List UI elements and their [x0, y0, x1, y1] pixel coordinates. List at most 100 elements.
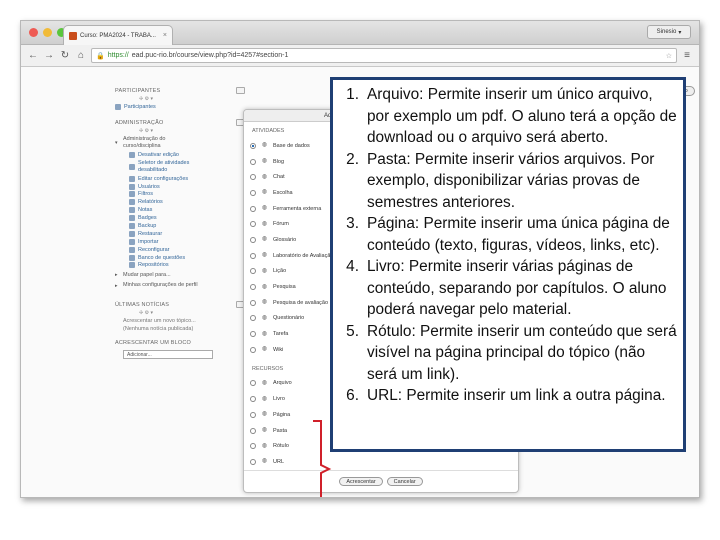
admin-item[interactable]: Filtros	[115, 191, 245, 198]
cancel-button[interactable]: Cancelar	[386, 477, 423, 486]
chooser-option-label: Glossário	[273, 236, 297, 243]
module-icon: ◍	[261, 142, 268, 149]
admin-item-label: Filtros	[138, 191, 153, 198]
admin-course-group[interactable]: ▾ Administração do curso/disciplina	[115, 136, 245, 150]
explanation-item: 4. Livro: Permite inserir várias páginas …	[339, 256, 679, 321]
browser-tab[interactable]: Curso: PMA2024 - TRABA... ×	[63, 25, 173, 45]
admin-item-icon	[129, 223, 135, 230]
admin-item[interactable]: Banco de questões	[115, 254, 245, 261]
chooser-option-label: Chat	[273, 174, 285, 181]
collapsed-triangle-icon: ▸	[115, 282, 118, 289]
chevron-down-icon: ▾	[678, 29, 682, 36]
chooser-option-label: Tarefa	[273, 331, 289, 338]
admin-item-icon	[129, 254, 135, 261]
explanation-item: 5. Rótulo: Permite inserir um conteúdo qu…	[339, 321, 679, 386]
module-icon: ◍	[261, 314, 268, 321]
radio-button[interactable]	[250, 221, 256, 228]
profile-button[interactable]: Sinesio ▾	[647, 25, 691, 39]
radio-button[interactable]	[250, 205, 256, 212]
chooser-option[interactable]: ◍ URL	[250, 454, 356, 470]
profile-settings-link[interactable]: ▸ Minhas configurações de perfil	[115, 282, 245, 289]
radio-button[interactable]	[250, 299, 256, 306]
add-button[interactable]: Acrescentar	[339, 477, 383, 486]
activity-selector-link[interactable]: Seletor de atividades desabilitado	[115, 160, 245, 174]
admin-item-label: Badges	[138, 215, 157, 222]
switch-role-link[interactable]: ▸ Mudar papel para...	[115, 272, 245, 278]
module-icon: ◍	[261, 411, 268, 418]
admin-item-label: Importar	[138, 238, 159, 245]
radio-button[interactable]	[250, 443, 256, 450]
admin-item[interactable]: Usuários	[115, 183, 245, 190]
profile-name: Sinesio	[656, 29, 677, 35]
admin-item[interactable]: Notas	[115, 207, 245, 214]
radio-button[interactable]	[250, 315, 256, 322]
item-number: 4.	[346, 258, 359, 275]
radio-button[interactable]	[250, 174, 256, 181]
admin-item[interactable]: Importar	[115, 238, 245, 245]
block-move-icon[interactable]: ✢ ⚙ ▾	[139, 96, 245, 102]
admin-item-label: Editar configurações	[138, 175, 189, 182]
block-toggle-icon[interactable]	[236, 87, 245, 94]
left-sidebar: PARTICIPANTES ✢ ⚙ ▾ Participantes ADMINI…	[115, 81, 245, 360]
radio-button[interactable]	[250, 427, 256, 434]
admin-item-icon	[129, 262, 135, 269]
participants-block-title: PARTICIPANTES	[115, 87, 245, 94]
chooser-option-label: Livro	[273, 396, 285, 403]
radio-button[interactable]	[250, 458, 256, 465]
admin-item-label: Reconfigurar	[138, 246, 170, 253]
chooser-option-label: Rótulo	[273, 443, 289, 450]
chooser-option-label: Pesquisa	[273, 284, 296, 291]
admin-item[interactable]: Badges	[115, 215, 245, 222]
radio-button[interactable]	[250, 158, 256, 165]
chooser-option-label: Arquivo	[273, 380, 292, 387]
radio-button[interactable]	[250, 236, 256, 243]
module-icon: ◍	[261, 283, 268, 290]
selector-label: Seletor de atividades desabilitado	[138, 159, 190, 173]
news-add-link[interactable]: Acrescentar um novo tópico...	[115, 318, 245, 324]
radio-button[interactable]	[250, 331, 256, 338]
module-icon: ◍	[261, 395, 268, 402]
reload-button[interactable]: ↻	[59, 49, 71, 63]
item-text: URL: Permite inserir um link a outra pág…	[367, 387, 666, 404]
radio-button[interactable]	[250, 411, 256, 418]
admin-item[interactable]: Restaurar	[115, 230, 245, 237]
admin-block-title: ADMINISTRAÇÃO	[115, 119, 245, 126]
module-icon: ◍	[261, 252, 268, 259]
admin-item[interactable]: Reconfigurar	[115, 246, 245, 253]
back-button[interactable]: ←	[27, 49, 39, 63]
module-icon: ◍	[261, 220, 268, 227]
window-controls	[29, 28, 66, 37]
radio-button[interactable]	[250, 252, 256, 259]
explanation-item: 2. Pasta: Permite inserir vários arquivos…	[339, 149, 679, 214]
radio-button[interactable]	[250, 346, 256, 353]
bookmark-star-icon[interactable]: ☆	[666, 52, 672, 60]
explanation-item: 3. Página: Permite inserir uma única pági…	[339, 213, 679, 256]
admin-item[interactable]: Relatórios	[115, 199, 245, 206]
chooser-option-label: Questionário	[273, 315, 305, 322]
browser-toolbar: ← → ↻ ⌂ 🔒 https://ead.puc-rio.br/course/…	[21, 45, 699, 67]
close-tab-icon[interactable]: ×	[163, 32, 167, 39]
radio-button[interactable]	[250, 268, 256, 275]
radio-button[interactable]	[250, 142, 256, 149]
minimize-window-button[interactable]	[43, 28, 52, 37]
admin-item-label: Restaurar	[138, 230, 163, 237]
admin-item[interactable]: Editar configurações	[115, 175, 245, 182]
browser-menu-icon[interactable]: ≡	[681, 49, 693, 63]
radio-button[interactable]	[250, 380, 256, 387]
participants-link[interactable]: Participantes	[115, 104, 245, 110]
admin-item[interactable]: Backup	[115, 223, 245, 230]
module-icon: ◍	[261, 173, 268, 180]
news-empty-text: (Nenhuma notícia publicada)	[123, 326, 194, 333]
admin-item[interactable]: Desativar edição	[115, 151, 245, 158]
block-move-icon[interactable]: ✢ ⚙ ▾	[139, 128, 245, 134]
block-move-icon[interactable]: ✢ ⚙ ▾	[139, 310, 245, 316]
radio-button[interactable]	[250, 396, 256, 403]
address-bar[interactable]: 🔒 https://ead.puc-rio.br/course/view.php…	[91, 48, 677, 63]
home-button[interactable]: ⌂	[75, 49, 87, 63]
forward-button[interactable]: →	[43, 49, 55, 63]
close-window-button[interactable]	[29, 28, 38, 37]
radio-button[interactable]	[250, 189, 256, 196]
add-block-select[interactable]: Adicionar...	[123, 350, 213, 360]
admin-item[interactable]: Repositórios	[115, 262, 245, 269]
radio-button[interactable]	[250, 284, 256, 291]
